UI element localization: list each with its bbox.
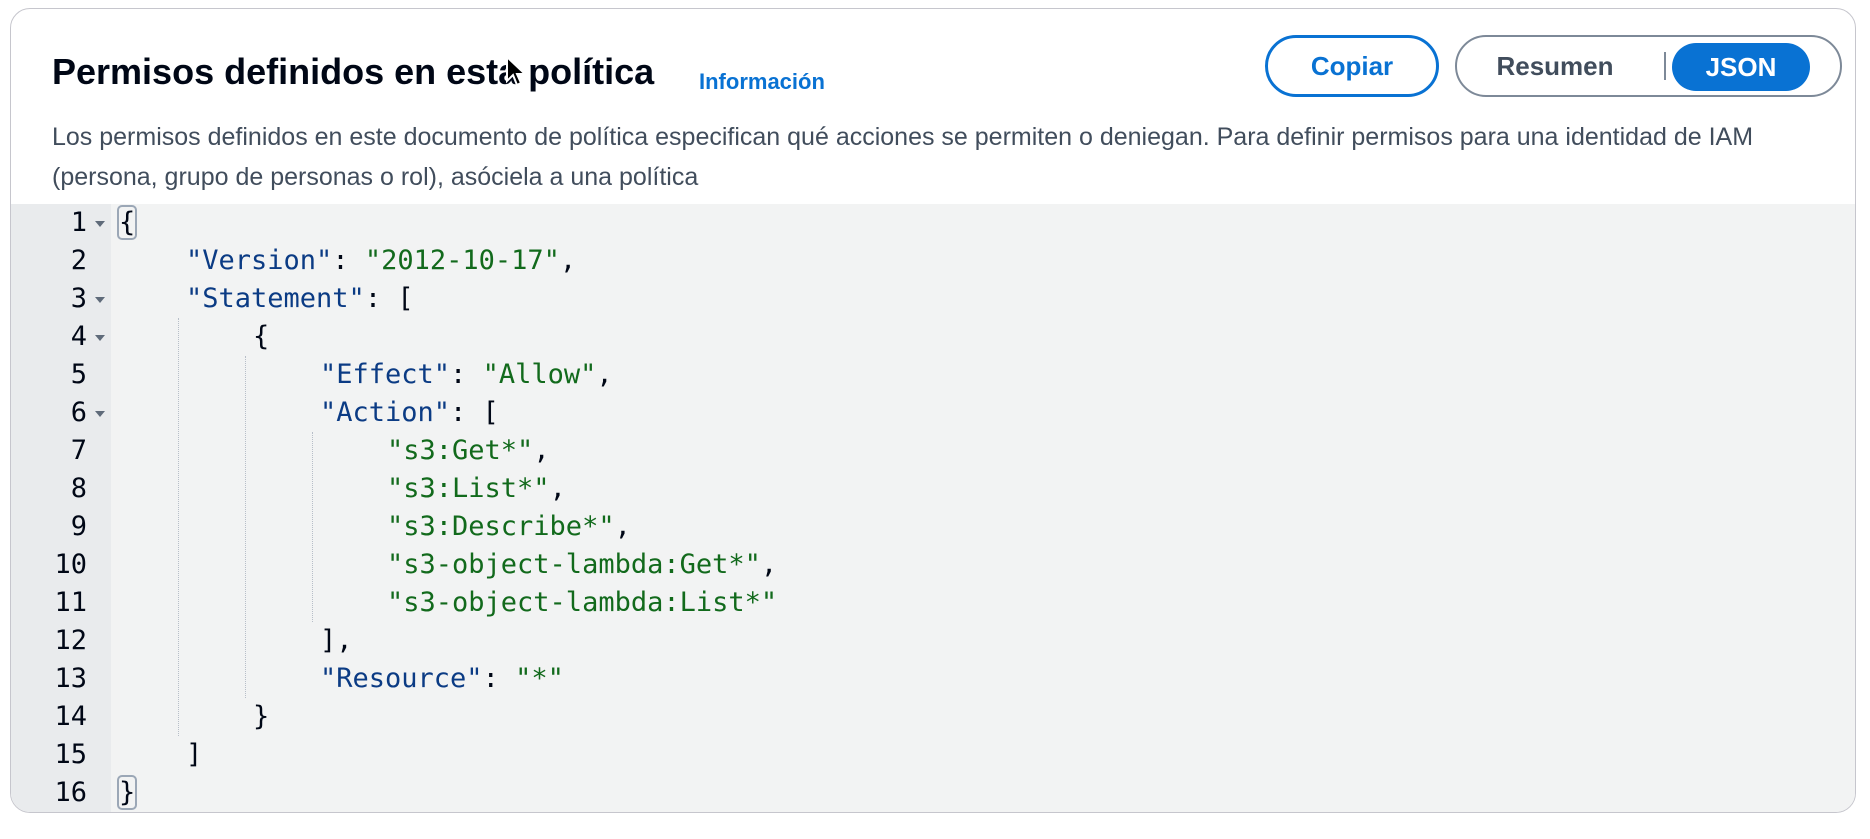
code-line: 9 "s3:Describe*", [11,508,1855,546]
code-line: 12], [11,622,1855,660]
info-link[interactable]: Información [699,69,825,95]
code-line: 7 "s3:Get*", [11,432,1855,470]
code-token: ] [186,739,203,770]
code-token: } [116,775,138,810]
fold-arrow-icon[interactable] [95,335,105,341]
code-content: "Statement": [ [186,280,414,318]
code-token: "Action" [320,397,451,428]
code-content: { [116,204,138,242]
page-title: Permisos definidos en esta política [52,51,655,92]
code-token: "Effect" [320,359,451,390]
code-token: { [116,205,138,240]
line-number: 10 [54,549,87,580]
code-content: ] [186,736,202,774]
line-number: 16 [54,777,87,808]
code-content: "s3:Describe*", [387,508,631,546]
code-token: "Resource" [320,663,483,694]
code-line: 4{ [11,318,1855,356]
code-content: "Effect": "Allow", [320,356,613,394]
code-content: "Action": [ [320,394,499,432]
toggle-summary[interactable]: Resumen [1459,39,1651,93]
code-line: 10 "s3-object-lambda:Get*", [11,546,1855,584]
code-token: ], [320,625,353,656]
code-token: : [ [450,397,499,428]
code-line: 13 "Resource": "*" [11,660,1855,698]
code-content: { [253,318,269,356]
code-line: 15] [11,736,1855,774]
code-token: : [332,245,365,276]
code-token: , [533,435,550,466]
indent-guide [178,318,179,736]
indent-guide [245,356,246,698]
code-line: 6 "Action": [ [11,394,1855,432]
line-number: 5 [70,359,87,390]
code-token: } [253,701,270,732]
code-content: } [116,774,138,812]
code-line: 3 "Statement": [ [11,280,1855,318]
fold-arrow-icon[interactable] [95,221,105,227]
line-number: 11 [54,587,87,618]
code-token: "s3-object-lambda:Get*" [387,549,761,580]
code-token: "*" [515,663,564,694]
code-line: 5 "Effect": "Allow", [11,356,1855,394]
code-line: 11 "s3-object-lambda:List*" [11,584,1855,622]
toggle-json[interactable]: JSON [1672,43,1810,91]
code-line: 2 "Version": "2012-10-17", [11,242,1855,280]
line-number: 15 [54,739,87,770]
code-token: : [482,663,516,694]
code-content: "s3:Get*", [387,432,550,470]
toggle-divider [1664,52,1666,80]
code-token: "2012-10-17" [364,245,560,276]
code-content: } [253,698,269,736]
code-token: , [596,359,613,390]
line-number: 7 [70,435,87,466]
line-number: 3 [70,283,87,314]
copy-button[interactable]: Copiar [1265,35,1439,97]
code-token: , [614,511,631,542]
code-line: 14} [11,698,1855,736]
code-line: 8 "s3:List*", [11,470,1855,508]
code-line: 1{ [11,204,1855,242]
line-number: 12 [54,625,87,656]
code-token: "s3:Get*" [387,435,534,466]
code-token: "Version" [186,245,333,276]
code-token: "Statement" [186,283,365,314]
panel-header: Permisos definidos en esta política Info… [11,9,1855,204]
code-content: "Resource": "*" [320,660,564,698]
mouse-cursor-icon [506,55,528,87]
code-token: , [559,245,577,276]
line-number: 2 [70,245,87,276]
fold-arrow-icon[interactable] [95,297,105,303]
code-token: : [ [364,283,414,314]
line-number: 13 [54,663,87,694]
code-content: ], [320,622,353,660]
code-content: "s3:List*", [387,470,566,508]
code-token: "s3:List*" [387,473,550,504]
code-token: "s3:Describe*" [387,511,615,542]
line-number: 6 [70,397,87,428]
policy-permissions-panel: Permisos definidos en esta política Info… [10,8,1856,813]
code-content: "s3-object-lambda:Get*", [387,546,777,584]
line-number: 9 [70,511,87,542]
line-number: 8 [70,473,87,504]
fold-arrow-icon[interactable] [95,411,105,417]
line-number: 14 [54,701,87,732]
code-token: : [450,359,483,390]
code-token: , [549,473,566,504]
code-token: "Allow" [482,359,597,390]
code-content: "s3-object-lambda:List*" [387,584,777,622]
code-content: "Version": "2012-10-17", [186,242,576,280]
indent-guide [312,432,313,622]
line-number: 1 [70,207,87,238]
panel-description: Los permisos definidos en este documento… [52,123,1754,191]
code-token: , [760,549,778,580]
view-toggle: Resumen JSON [1455,35,1842,97]
line-number: 4 [70,321,87,352]
code-token: { [253,321,270,352]
code-line: 16} [11,774,1855,812]
code-token: "s3-object-lambda:List*" [387,587,778,618]
json-code-editor[interactable]: 1{2 "Version": "2012-10-17", 3 "Statement":… [11,204,1855,812]
